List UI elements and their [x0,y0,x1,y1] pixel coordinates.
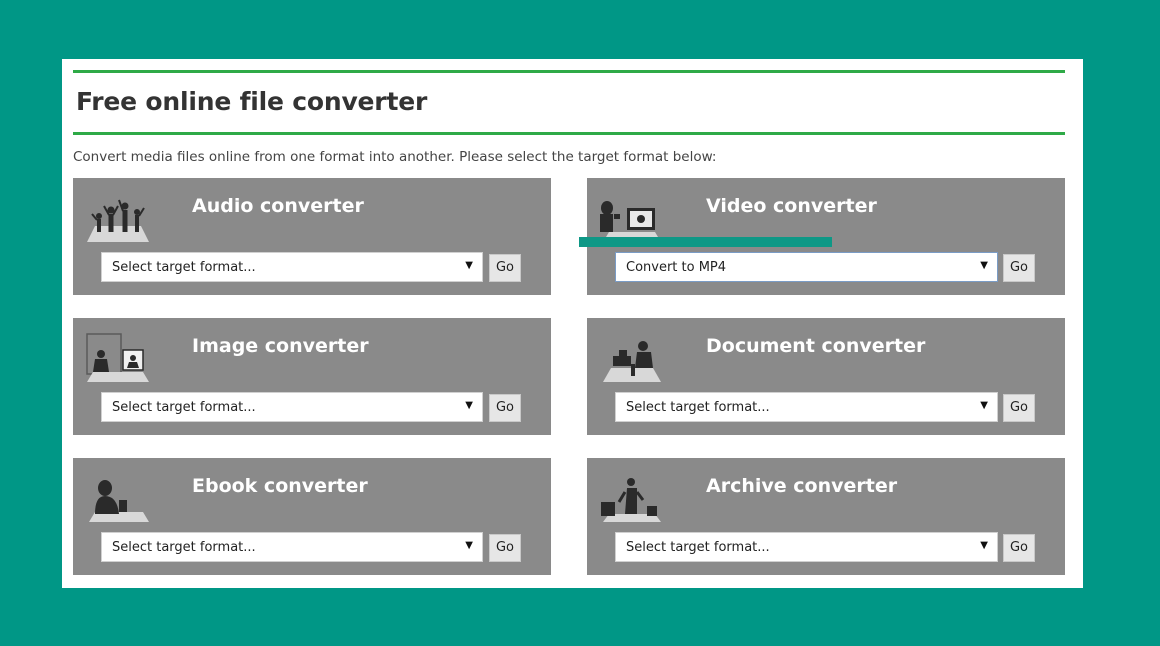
title-rule-bottom [73,132,1065,135]
image-frame-icon [86,333,149,382]
target-format-select[interactable]: Select target format... ▼ [101,392,483,422]
go-button[interactable]: Go [489,394,521,422]
target-format-select[interactable]: Select target format... ▼ [101,532,483,562]
dropdown-arrow-icon: ▼ [465,260,473,271]
ebook-reader-icon [89,480,149,522]
audio-converter-card: Audio converter Select target format... … [73,178,551,295]
archive-converter-card: Archive converter Select target format..… [587,458,1065,575]
video-camera-icon [600,201,661,242]
page-title: Free online file converter [76,87,428,116]
target-format-select[interactable]: Select target format... ▼ [615,532,998,562]
card-title: Archive converter [706,475,898,497]
select-value: Select target format... [626,400,770,415]
dropdown-arrow-icon: ▼ [980,260,988,271]
card-title: Image converter [192,335,369,357]
target-format-select[interactable]: Convert to MP4 ▼ [615,252,998,282]
select-value: Select target format... [112,540,256,555]
archive-boxes-icon [601,478,661,522]
select-value: Select target format... [112,260,256,275]
target-format-select[interactable]: Select target format... ▼ [615,392,998,422]
document-converter-card: Document converter Select target format.… [587,318,1065,435]
target-format-select[interactable]: Select target format... ▼ [101,252,483,282]
dropdown-arrow-icon: ▼ [465,400,473,411]
highlight-bar [579,237,832,247]
select-value: Convert to MP4 [626,260,727,275]
select-value: Select target format... [626,540,770,555]
card-title: Video converter [706,195,877,217]
card-title: Audio converter [192,195,364,217]
image-converter-card: Image converter Select target format... … [73,318,551,435]
go-button[interactable]: Go [489,534,521,562]
audio-people-icon [87,199,149,242]
document-desk-icon [603,341,661,382]
go-button[interactable]: Go [1003,534,1035,562]
select-value: Select target format... [112,400,256,415]
title-rule-top [73,70,1065,73]
dropdown-arrow-icon: ▼ [465,540,473,551]
go-button[interactable]: Go [489,254,521,282]
go-button[interactable]: Go [1003,254,1035,282]
intro-text: Convert media files online from one form… [73,149,717,165]
ebook-converter-card: Ebook converter Select target format... … [73,458,551,575]
dropdown-arrow-icon: ▼ [980,540,988,551]
card-title: Document converter [706,335,926,357]
go-button[interactable]: Go [1003,394,1035,422]
dropdown-arrow-icon: ▼ [980,400,988,411]
card-title: Ebook converter [192,475,368,497]
